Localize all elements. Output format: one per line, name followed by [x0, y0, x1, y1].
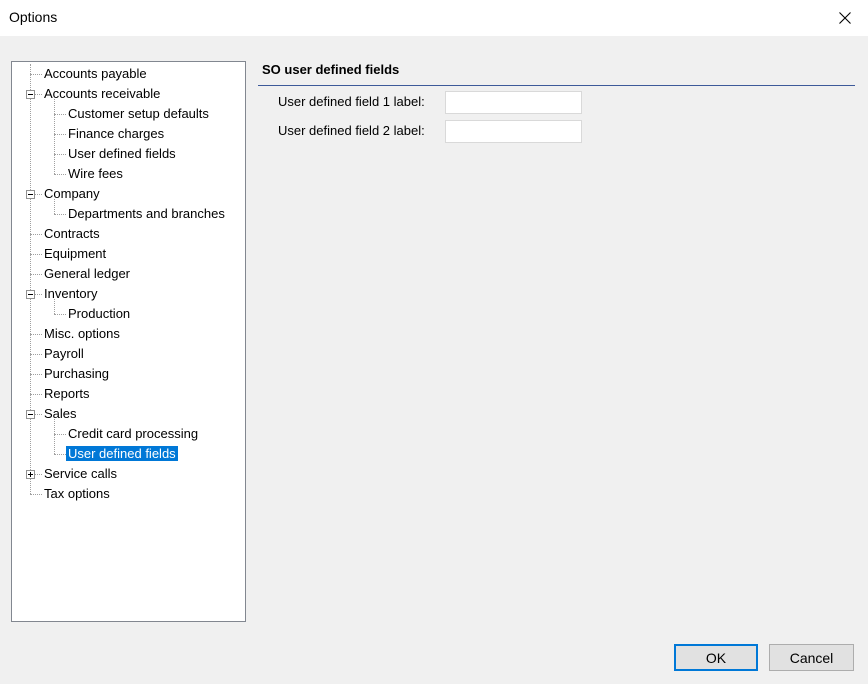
title-bar: Options: [0, 0, 868, 36]
tree-item-label: Accounts receivable: [44, 86, 161, 101]
user-defined-field-2-input[interactable]: [445, 120, 582, 143]
tree-item-departments-and-branches[interactable]: Departments and branches: [66, 204, 227, 224]
collapse-icon[interactable]: [26, 290, 35, 299]
panel-title: SO user defined fields: [262, 62, 400, 77]
tree-item-equipment[interactable]: Equipment: [42, 244, 108, 264]
tree-item-tax-options[interactable]: Tax options: [42, 484, 112, 504]
tree-item-purchasing[interactable]: Purchasing: [42, 364, 111, 384]
tree-item-label: Production: [68, 306, 131, 321]
tree-item-label: Company: [44, 186, 100, 201]
tree-connector: [30, 234, 42, 235]
close-icon: [839, 12, 851, 24]
tree-item-label: User defined fields: [66, 446, 178, 461]
tree-connector: [54, 114, 66, 115]
tree-item-label: Sales: [44, 406, 77, 421]
tree-connector: [30, 74, 42, 75]
tree-item-label: Accounts payable: [44, 66, 147, 81]
tree-item-user-defined-fields[interactable]: User defined fields: [66, 144, 178, 164]
tree-item-label: Misc. options: [44, 326, 120, 341]
tree-item-payroll[interactable]: Payroll: [42, 344, 86, 364]
tree-connector: [30, 494, 42, 495]
tree-connector: [30, 274, 42, 275]
tree-item-finance-charges[interactable]: Finance charges: [66, 124, 166, 144]
tree-item-user-defined-fields[interactable]: User defined fields: [66, 444, 178, 464]
tree-item-credit-card-processing[interactable]: Credit card processing: [66, 424, 200, 444]
tree-connector: [54, 454, 66, 455]
tree-item-customer-setup-defaults[interactable]: Customer setup defaults: [66, 104, 211, 124]
tree-connector: [30, 334, 42, 335]
ok-button[interactable]: OK: [674, 644, 758, 671]
tree-item-label: Departments and branches: [68, 206, 225, 221]
tree-item-accounts-receivable[interactable]: Accounts receivable: [42, 84, 162, 104]
tree-item-label: Contracts: [44, 226, 100, 241]
tree-connector: [30, 354, 42, 355]
tree-item-production[interactable]: Production: [66, 304, 132, 324]
tree-item-misc-options[interactable]: Misc. options: [42, 324, 122, 344]
tree-connector: [54, 154, 66, 155]
tree-connector: [54, 314, 66, 315]
tree-item-label: Inventory: [44, 286, 98, 301]
tree-connector: [30, 374, 42, 375]
tree-connector: [30, 394, 42, 395]
tree-item-label: Payroll: [44, 346, 84, 361]
tree-item-company[interactable]: Company: [42, 184, 102, 204]
panel-title-rule: [258, 85, 855, 86]
tree-item-label: Purchasing: [44, 366, 110, 381]
options-tree[interactable]: Accounts payable Accounts receivable Custo…: [11, 61, 246, 622]
tree-item-general-ledger[interactable]: General ledger: [42, 264, 132, 284]
tree-connector: [54, 214, 66, 215]
tree-item-label: General ledger: [44, 266, 130, 281]
tree-item-wire-fees[interactable]: Wire fees: [66, 164, 125, 184]
tree-item-label: Service calls: [44, 466, 117, 481]
tree-item-label: Customer setup defaults: [68, 106, 209, 121]
tree-item-contracts[interactable]: Contracts: [42, 224, 102, 244]
tree-root-line: [30, 64, 31, 494]
tree-connector: [54, 134, 66, 135]
tree-item-label: Wire fees: [68, 166, 123, 181]
collapse-icon[interactable]: [26, 190, 35, 199]
tree-item-sales[interactable]: Sales: [42, 404, 79, 424]
tree-branch-line: [54, 99, 55, 174]
window-title: Options: [9, 9, 58, 25]
tree-item-inventory[interactable]: Inventory: [42, 284, 99, 304]
tree-item-accounts-payable[interactable]: Accounts payable: [42, 64, 149, 84]
tree-item-label: Credit card processing: [68, 426, 199, 441]
user-defined-field-1-input[interactable]: [445, 91, 582, 114]
tree-item-label: User defined fields: [68, 146, 176, 161]
tree-item-label: Equipment: [44, 246, 107, 261]
collapse-icon[interactable]: [26, 90, 35, 99]
tree-connector: [54, 434, 66, 435]
close-button[interactable]: [822, 0, 868, 36]
tree-item-label: Tax options: [44, 486, 110, 501]
tree-item-label: Reports: [44, 386, 90, 401]
tree-item-reports[interactable]: Reports: [42, 384, 92, 404]
field-2-label: User defined field 2 label:: [278, 123, 425, 138]
tree-branch-line: [54, 419, 55, 454]
tree-item-service-calls[interactable]: Service calls: [42, 464, 119, 484]
tree-connector: [30, 254, 42, 255]
field-1-label: User defined field 1 label:: [278, 94, 425, 109]
collapse-icon[interactable]: [26, 410, 35, 419]
expand-icon[interactable]: [26, 470, 35, 479]
tree-connector: [54, 174, 66, 175]
cancel-button[interactable]: Cancel: [769, 644, 854, 671]
tree-item-label: Finance charges: [68, 126, 165, 141]
